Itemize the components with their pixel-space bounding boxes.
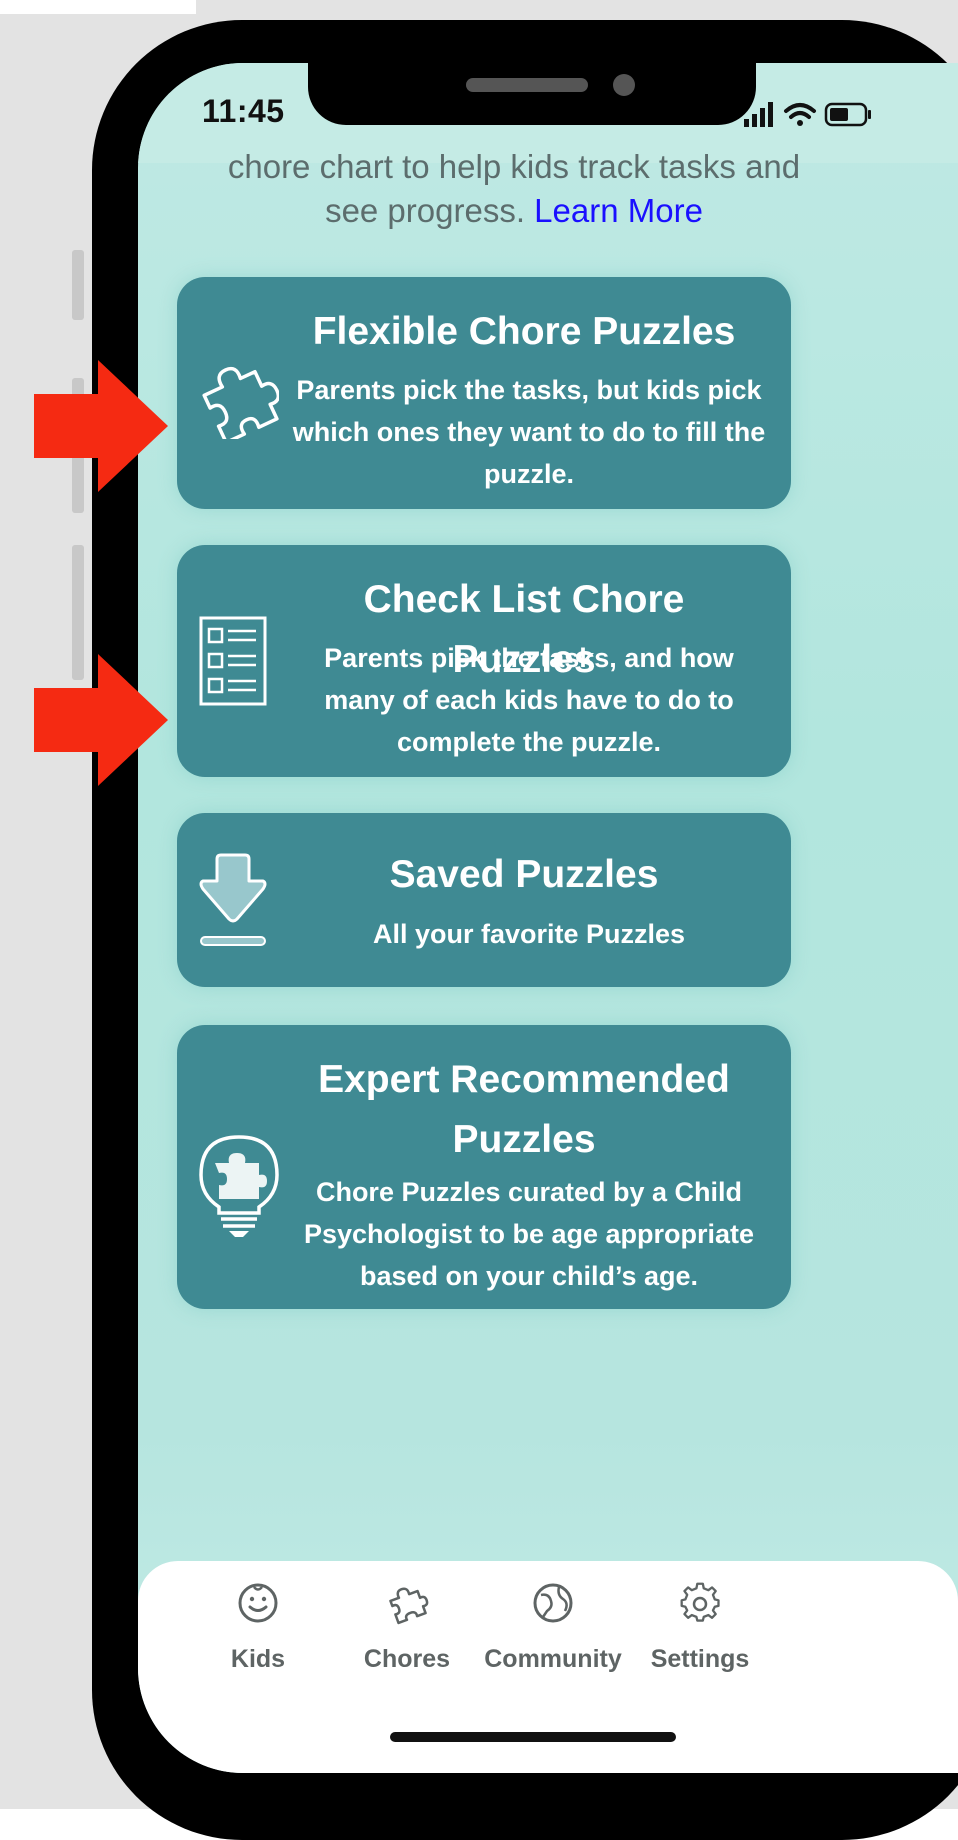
- front-camera: [613, 74, 635, 96]
- card-description: Chore Puzzles curated by a Child Psychol…: [303, 1177, 755, 1291]
- learn-more-link[interactable]: Learn More: [534, 192, 703, 229]
- intro-line-2: see progress.: [325, 192, 525, 229]
- smiley-face-icon: [238, 1583, 278, 1623]
- lightbulb-puzzle-icon: [199, 1135, 279, 1237]
- annotation-arrow-right: [34, 360, 168, 492]
- gear-icon: [680, 1582, 720, 1622]
- top-strip: [0, 0, 196, 14]
- download-arrow-icon: [199, 853, 267, 946]
- globe-icon: [533, 1583, 573, 1623]
- tab-label: Chores: [363, 1645, 451, 1673]
- card-title: Expert Recommended Puzzles: [318, 1058, 730, 1161]
- tab-chores[interactable]: Chores: [322, 1581, 492, 1674]
- home-indicator: [390, 1732, 676, 1742]
- checklist-icon: [199, 616, 267, 706]
- annotation-arrow-right: [34, 654, 168, 786]
- card-title: Flexible Chore Puzzles: [312, 310, 736, 353]
- speaker: [466, 78, 588, 92]
- signal-icon: [744, 102, 773, 127]
- card-saved-puzzles[interactable]: Saved Puzzles All your favorite Puzzles: [177, 813, 791, 987]
- tab-community[interactable]: Community: [468, 1581, 638, 1674]
- tab-label: Community: [484, 1645, 622, 1673]
- tab-kids[interactable]: Kids: [173, 1581, 343, 1674]
- tab-label: Kids: [230, 1645, 286, 1673]
- status-icons: [744, 102, 871, 127]
- tab-settings[interactable]: Settings: [615, 1581, 785, 1674]
- card-expert-recommended-puzzles[interactable]: Expert Recommended Puzzles Chore Puzzles…: [177, 1025, 791, 1309]
- wifi-icon: [784, 103, 816, 126]
- card-title: Saved Puzzles: [389, 853, 659, 896]
- notch: [308, 63, 756, 125]
- puzzle-icon: [389, 1587, 429, 1625]
- card-description: Parents pick the tasks, but kids pick wh…: [292, 375, 766, 489]
- card-description: All your favorite Puzzles: [372, 919, 686, 949]
- status-time: 11:45: [202, 93, 285, 129]
- mute-switch: [72, 250, 84, 320]
- card-description: Parents pick the tasks, and how many of …: [324, 643, 734, 757]
- tab-label: Settings: [650, 1645, 750, 1673]
- intro-text: chore chart to help kids track tasks and…: [138, 145, 890, 233]
- battery-icon: [824, 102, 871, 127]
- phone-screen: chore chart to help kids track tasks and…: [138, 63, 958, 1773]
- intro-line-1: chore chart to help kids track tasks and: [227, 148, 801, 185]
- card-check-list-chore-puzzles[interactable]: Check List Chore Puzzles Parents pick th…: [177, 545, 791, 777]
- puzzle-piece-icon: [202, 366, 279, 439]
- card-flexible-chore-puzzles[interactable]: Flexible Chore Puzzles Parents pick the …: [177, 277, 791, 509]
